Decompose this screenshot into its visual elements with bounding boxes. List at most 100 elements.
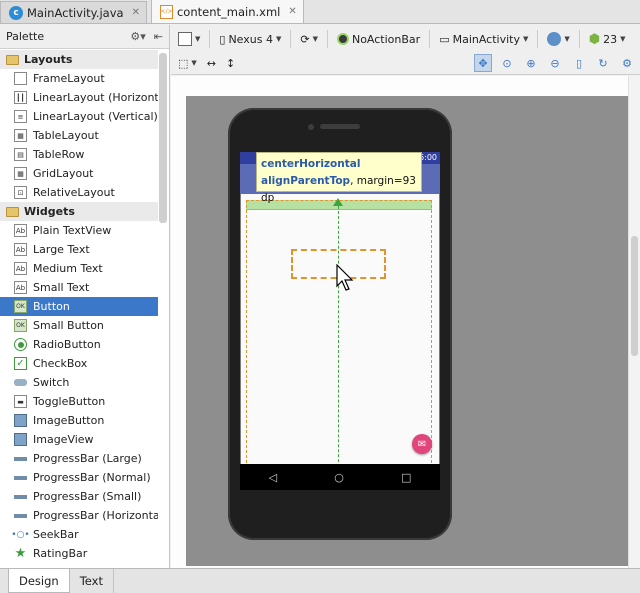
radiobutton-icon [14, 338, 27, 351]
imageview-icon [14, 433, 27, 446]
orientation-button[interactable]: ⟳ ▼ [297, 29, 321, 49]
tab-text[interactable]: Text [70, 569, 114, 593]
palette-item-linearlayout-horizontal[interactable]: ┃┃LinearLayout (Horizontal) [0, 88, 158, 107]
relativelayout-icon: ⊡ [14, 186, 27, 199]
close-icon[interactable]: ✕ [288, 6, 296, 17]
activity-selector[interactable]: ▭ MainActivity ▼ [436, 29, 531, 49]
fill-height-button[interactable]: ↕ [223, 53, 238, 73]
palette-item-small-button[interactable]: OK Small Button [0, 316, 158, 335]
toolbar-separator [578, 30, 580, 48]
screenshot-icon[interactable]: ▯ [570, 54, 588, 72]
palette-item-linearlayout-vertical[interactable]: ≡ LinearLayout (Vertical) [0, 107, 158, 126]
category-layouts[interactable]: Layouts [0, 50, 158, 69]
zoom-out-icon[interactable]: ⊖ [546, 54, 564, 72]
toolbar-separator [537, 30, 539, 48]
palette-item-gridlayout[interactable]: ▦ GridLayout [0, 164, 158, 183]
gear-icon[interactable]: ⚙▾ [130, 30, 145, 43]
palette-item-plain-textview[interactable]: Ab Plain TextView [0, 221, 158, 240]
palette-item-ratingbar[interactable]: ★ RatingBar [0, 544, 158, 563]
center-horizontal-guide [338, 206, 339, 482]
category-widgets[interactable]: Widgets [0, 202, 158, 221]
activity-icon: ▭ [439, 32, 450, 46]
globe-icon [547, 32, 562, 46]
chevron-down-icon: ▼ [312, 35, 318, 43]
tab-design[interactable]: Design [8, 569, 70, 593]
fab-email-icon[interactable]: ✉ [412, 434, 432, 454]
locale-selector[interactable]: ▼ [544, 29, 572, 49]
device-selector[interactable]: ▯ Nexus 4 ▼ [216, 29, 284, 49]
palette-item-progressbar-small[interactable]: ProgressBar (Small) [0, 487, 158, 506]
actual-size-icon[interactable]: ⊙ [498, 54, 516, 72]
rotate-icon: ⟳ [300, 32, 310, 46]
layout-variant-button[interactable]: ▼ [175, 29, 203, 49]
folder-icon [6, 54, 19, 65]
settings-icon[interactable]: ⚙ [618, 54, 636, 72]
palette-title: Palette [6, 30, 45, 43]
tab-label: MainActivity.java [27, 5, 124, 20]
textview-icon: Ab [14, 243, 27, 256]
palette-item-imageview[interactable]: ImageView [0, 430, 158, 449]
toolbar-separator [209, 30, 211, 48]
textview-icon: Ab [14, 262, 27, 275]
chevron-down-icon: ▼ [564, 35, 570, 43]
scrollbar-thumb[interactable] [631, 236, 638, 356]
palette-item-togglebutton[interactable]: ▬ ToggleButton [0, 392, 158, 411]
palette-item-medium-text[interactable]: Ab Medium Text [0, 259, 158, 278]
home-icon: ○ [334, 470, 344, 484]
chevron-down-icon: ▼ [195, 35, 201, 43]
fill-width-button[interactable]: ↔ [204, 53, 219, 73]
palette-item-small-text[interactable]: Ab Small Text [0, 278, 158, 297]
checkbox-icon: ✓ [14, 357, 27, 370]
folder-icon [6, 206, 19, 217]
layout-toolbar: ▼ ▯ Nexus 4 ▼ ⟳ ▼ NoActionBar ▭ MainActivity… [171, 25, 640, 75]
palette-item-relativelayout[interactable]: ⊡ RelativeLayout [0, 183, 158, 202]
canvas-scrollbar[interactable] [628, 76, 640, 568]
palette-item-radiobutton[interactable]: RadioButton [0, 335, 158, 354]
tablelayout-icon: ▦ [14, 129, 27, 142]
speaker-icon [320, 124, 360, 129]
chevron-down-icon: ▼ [191, 59, 197, 67]
togglebutton-icon: ▬ [14, 395, 27, 408]
progressbar-icon [14, 456, 27, 461]
editor-tab-bar: c MainActivity.java ✕ </> content_main.x… [0, 0, 640, 24]
palette-item-tablelayout[interactable]: ▦ TableLayout [0, 126, 158, 145]
back-icon: ◁ [268, 470, 278, 484]
close-icon[interactable]: ✕ [132, 7, 140, 18]
zoom-controls: ✥ ⊙ ⊕ ⊖ ▯ ↻ ⚙ [474, 54, 636, 72]
chevron-down-icon: ▼ [523, 35, 529, 43]
toolbar-row-1: ▼ ▯ Nexus 4 ▼ ⟳ ▼ NoActionBar ▭ MainActivity… [171, 27, 629, 51]
palette-item-progressbar-horizontal[interactable]: ProgressBar (Horizontal) [0, 506, 158, 525]
palette-scrollbar[interactable] [159, 53, 167, 223]
progressbar-icon [14, 475, 27, 480]
toolbar-separator [326, 30, 328, 48]
zoom-in-icon[interactable]: ⊕ [522, 54, 540, 72]
palette-item-progressbar-large[interactable]: ProgressBar (Large) [0, 449, 158, 468]
android-studio-layout-editor: c MainActivity.java ✕ </> content_main.x… [0, 0, 640, 593]
constraint-tooltip: centerHorizontal alignParentTop, margin=… [256, 152, 422, 204]
palette-item-framelayout[interactable]: FrameLayout [0, 69, 158, 88]
palette-item-checkbox[interactable]: ✓ CheckBox [0, 354, 158, 373]
palette-item-large-text[interactable]: Ab Large Text [0, 240, 158, 259]
api-level-selector[interactable]: ⬢ 23 ▼ [586, 29, 629, 49]
mouse-cursor-icon [336, 264, 354, 291]
pin-icon[interactable]: ⇤ [154, 30, 163, 43]
android-icon: ⬢ [588, 31, 601, 47]
palette-item-switch[interactable]: Switch [0, 373, 158, 392]
textview-icon: Ab [14, 224, 27, 237]
progressbar-icon [14, 513, 27, 518]
tab-content-main-xml[interactable]: </> content_main.xml ✕ [150, 0, 304, 23]
palette-item-seekbar[interactable]: •○• SeekBar [0, 525, 158, 544]
refresh-icon[interactable]: ↻ [594, 54, 612, 72]
tab-mainactivity-java[interactable]: c MainActivity.java ✕ [0, 1, 147, 23]
palette-item-imagebutton[interactable]: ImageButton [0, 411, 158, 430]
theme-selector[interactable]: NoActionBar [334, 29, 423, 49]
pan-icon[interactable]: ✥ [474, 54, 492, 72]
palette-item-tablerow[interactable]: ▤ TableRow [0, 145, 158, 164]
button-icon: OK [14, 319, 27, 332]
framelayout-icon [14, 72, 27, 85]
palette-item-progressbar-normal[interactable]: ProgressBar (Normal) [0, 468, 158, 487]
chevron-down-icon: ▼ [620, 35, 626, 43]
zoom-to-fit-button[interactable]: ⬚ ▼ [175, 53, 200, 73]
camera-icon [308, 124, 314, 130]
palette-item-button[interactable]: OK Button [0, 297, 158, 316]
